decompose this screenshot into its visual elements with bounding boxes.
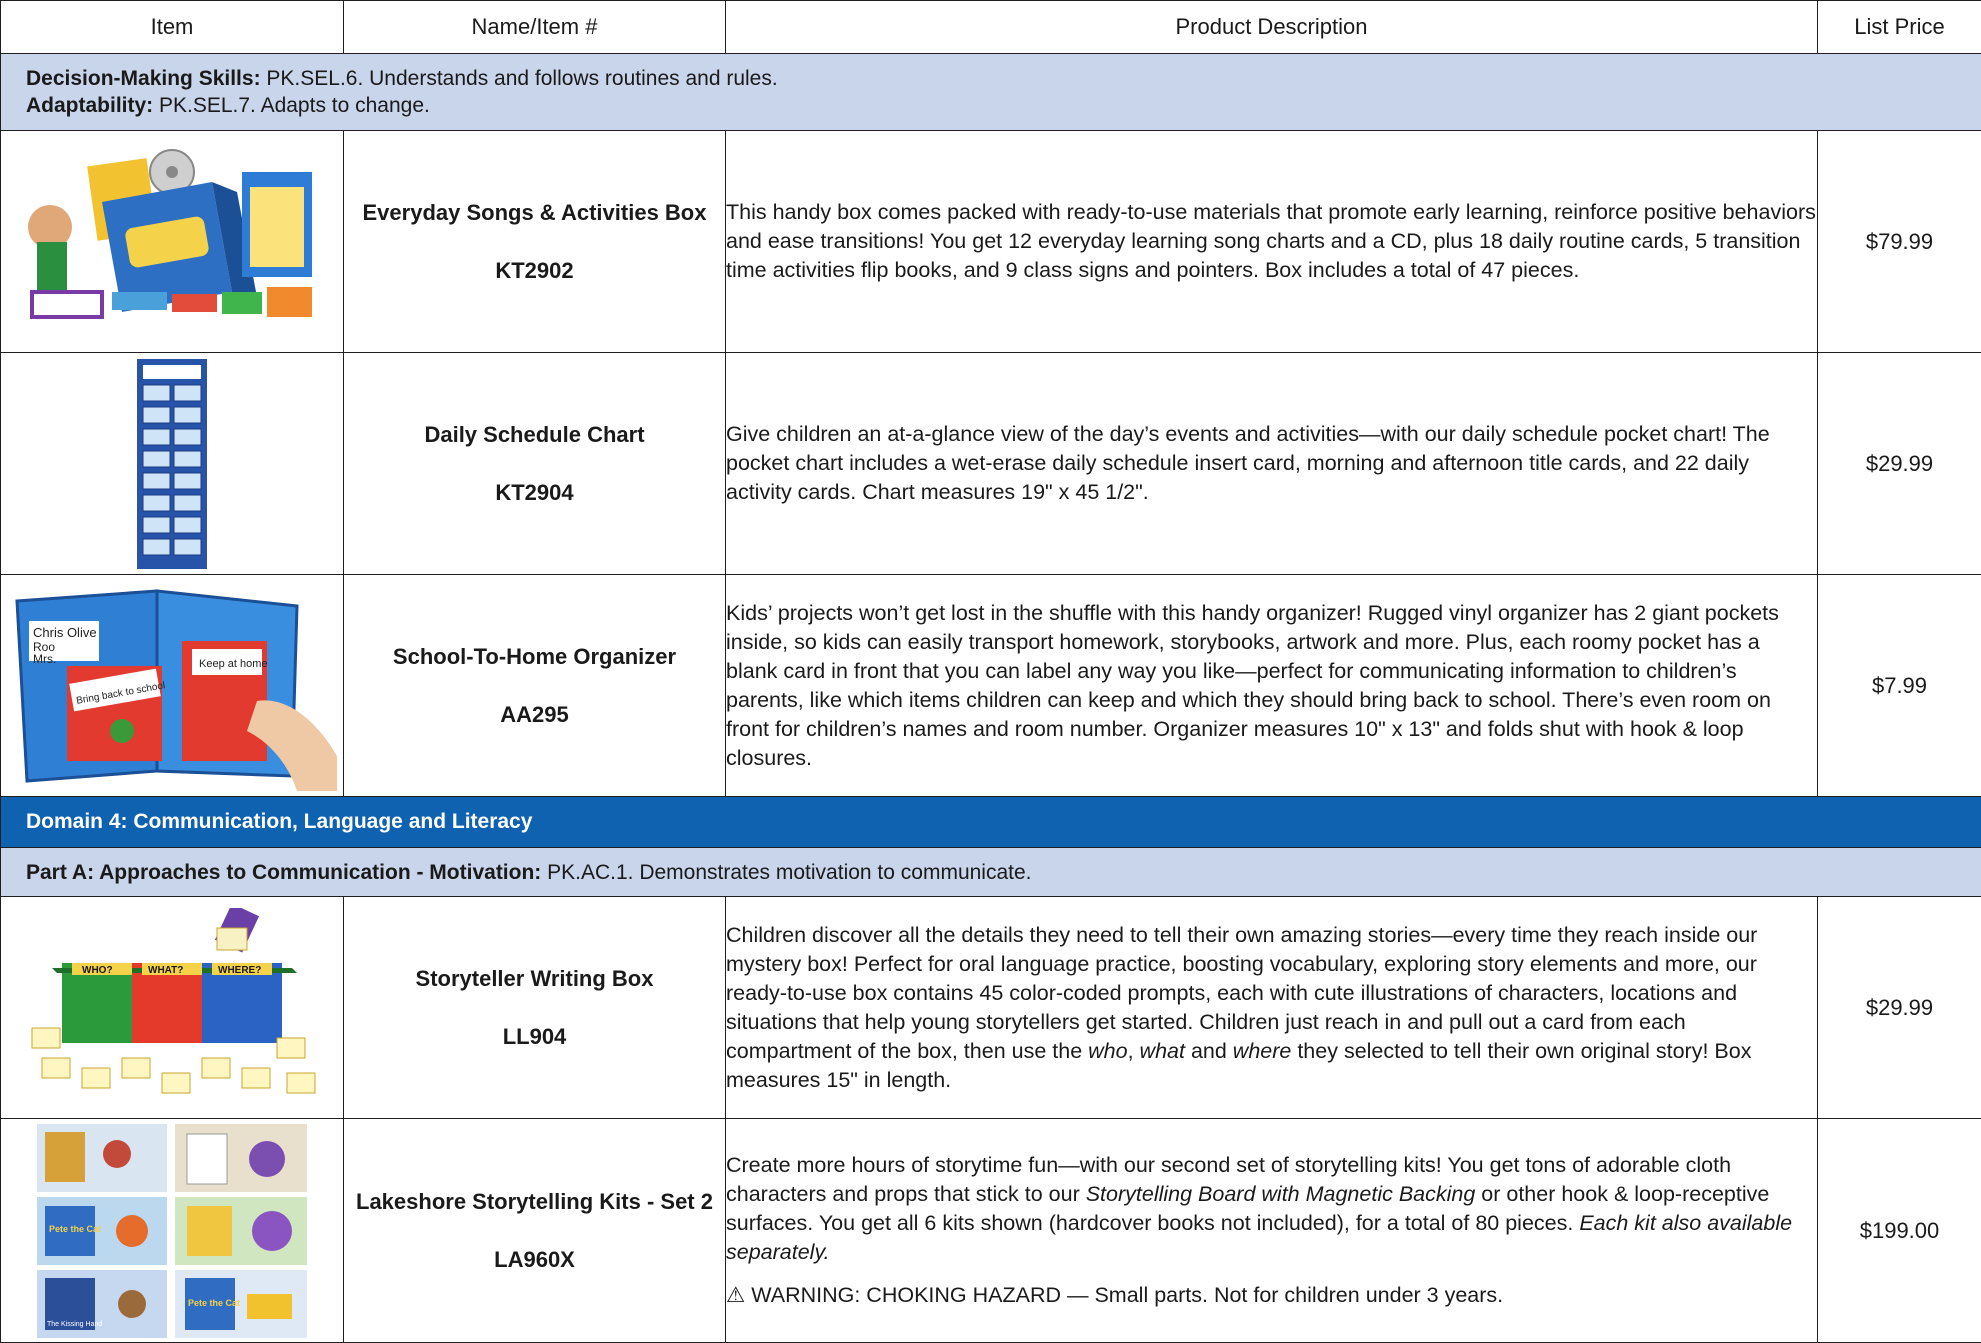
choking-warning: ⚠ WARNING: CHOKING HAZARD — Small parts.…: [726, 1281, 1817, 1310]
product-name: Lakeshore Storytelling Kits - Set 2: [344, 1189, 725, 1215]
section-text: PK.AC.1. Demonstrates motivation to comm…: [541, 861, 1031, 884]
product-name: Everyday Songs & Activities Box: [344, 200, 725, 226]
folder-text: Chris Olive: [33, 625, 97, 640]
product-price: $79.99: [1818, 131, 1981, 353]
section-line-adaptability: Adaptability: PK.SEL.7. Adapts to change…: [26, 92, 1956, 119]
header-name: Name/Item #: [344, 1, 726, 54]
product-price: $29.99: [1818, 897, 1981, 1119]
product-code: KT2902: [344, 258, 725, 284]
storyteller-box-icon: WHO? WHAT? WHERE?: [22, 908, 322, 1108]
product-description: Create more hours of storytime fun—with …: [726, 1119, 1818, 1343]
section-line-decision: Decision-Making Skills: PK.SEL.6. Unders…: [26, 65, 1956, 92]
section-row-sel: Decision-Making Skills: PK.SEL.6. Unders…: [1, 54, 1981, 131]
product-code: KT2904: [344, 480, 725, 506]
domain-heading-row: Domain 4: Communication, Language and Li…: [1, 797, 1981, 848]
product-code: AA295: [344, 702, 725, 728]
product-price: $199.00: [1818, 1119, 1981, 1343]
header-description: Product Description: [726, 1, 1818, 54]
product-description: Give children an at-a-glance view of the…: [726, 353, 1818, 575]
section-label: Part A: Approaches to Communication - Mo…: [26, 861, 541, 884]
product-name: School-To-Home Organizer: [344, 644, 725, 670]
product-row: Everyday Songs & Activities Box KT2902 T…: [1, 131, 1981, 353]
box-label: WHO?: [82, 965, 113, 976]
product-row: Daily Schedule Chart KT2904 Give childre…: [1, 353, 1981, 575]
product-name: Storyteller Writing Box: [344, 966, 725, 992]
product-image: WHO? WHAT? WHERE?: [1, 897, 344, 1119]
product-table: Item Name/Item # Product Description Lis…: [0, 0, 1981, 1343]
product-row: Chris Olive Roo Mrs. Bring back to schoo…: [1, 575, 1981, 797]
organizer-folder-icon: Chris Olive Roo Mrs. Bring back to schoo…: [7, 581, 337, 791]
box-label: WHERE?: [218, 965, 261, 976]
product-description: This handy box comes packed with ready-t…: [726, 131, 1818, 353]
header-price: List Price: [1818, 1, 1981, 54]
songs-activities-box-icon: [22, 142, 322, 342]
kit-label: Pete the Cat: [188, 1298, 240, 1308]
header-item: Item: [1, 1, 344, 54]
section-row-motivation: Part A: Approaches to Communication - Mo…: [1, 848, 1981, 897]
product-image: Pete the Cat The Kissing Hand Pete the C…: [1, 1119, 344, 1343]
product-row: WHO? WHAT? WHERE? Storyteller Writi: [1, 897, 1981, 1119]
kit-label: Pete the Cat: [49, 1224, 101, 1234]
folder-text: Keep at home: [199, 658, 268, 670]
product-image: [1, 131, 344, 353]
kit-label: The Kissing Hand: [47, 1321, 102, 1328]
box-label: WHAT?: [148, 965, 183, 976]
product-code: LL904: [344, 1024, 725, 1050]
product-description: Kids’ projects won’t get lost in the shu…: [726, 575, 1818, 797]
pocket-chart-icon: [137, 359, 207, 569]
product-row: Pete the Cat The Kissing Hand Pete the C…: [1, 1119, 1981, 1343]
product-price: $7.99: [1818, 575, 1981, 797]
table-header: Item Name/Item # Product Description Lis…: [1, 1, 1981, 54]
product-name: Daily Schedule Chart: [344, 422, 725, 448]
product-price: $29.99: [1818, 353, 1981, 575]
product-description: Children discover all the details they n…: [726, 897, 1818, 1119]
catalog-page: Item Name/Item # Product Description Lis…: [0, 0, 1981, 1342]
domain-heading: Domain 4: Communication, Language and Li…: [1, 797, 1981, 848]
folder-text: Mrs.: [33, 652, 56, 666]
product-code: LA960X: [344, 1247, 725, 1273]
storytelling-kits-icon: Pete the Cat The Kissing Hand Pete the C…: [37, 1124, 307, 1338]
product-image: [1, 353, 344, 575]
product-image: Chris Olive Roo Mrs. Bring back to schoo…: [1, 575, 344, 797]
